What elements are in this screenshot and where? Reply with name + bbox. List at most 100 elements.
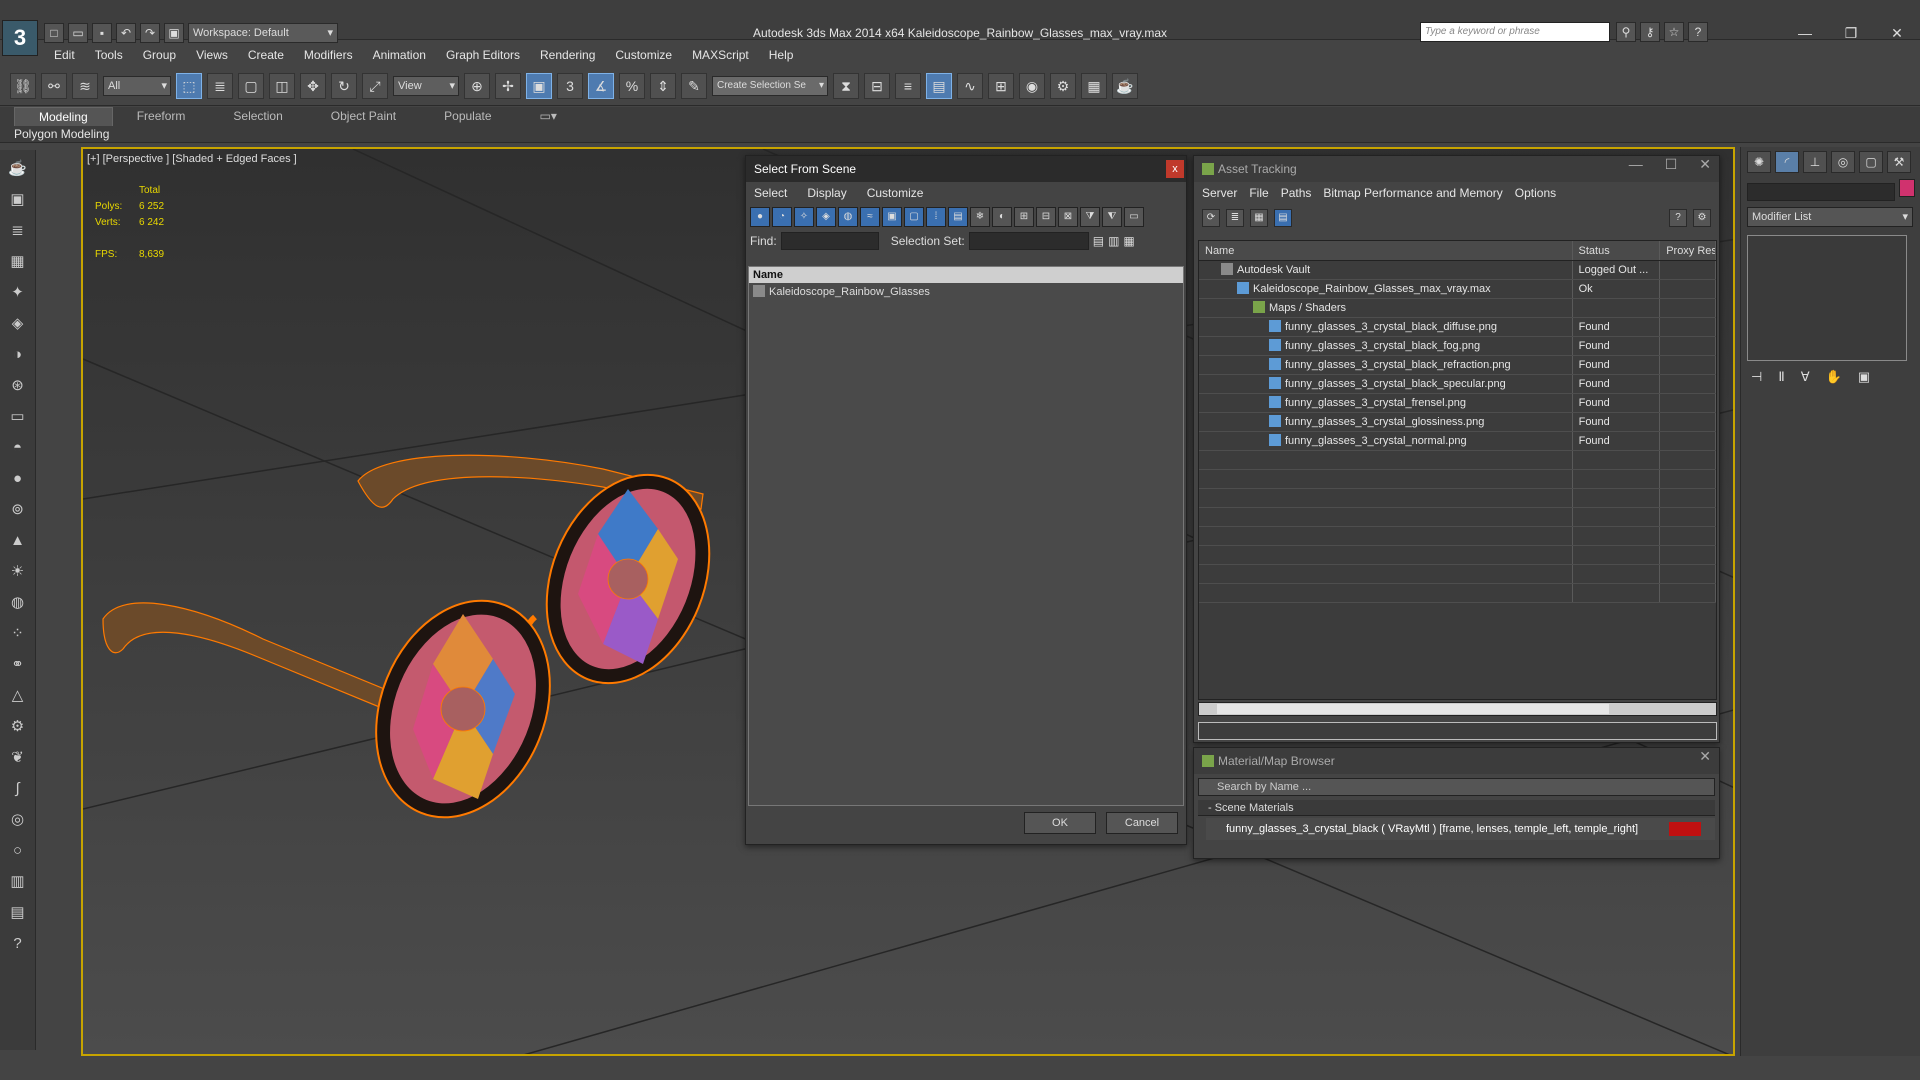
- keyboard-shortcut-override-icon[interactable]: ▣: [526, 72, 552, 99]
- ribbon-options-icon[interactable]: ▭▾: [516, 107, 581, 126]
- percent-snap-icon[interactable]: %: [619, 72, 645, 99]
- menu-group[interactable]: Group: [133, 46, 186, 64]
- collapse-icon[interactable]: ▭: [1124, 207, 1144, 227]
- rectangular-selection-icon[interactable]: ▢: [238, 72, 264, 99]
- dynamics-icon[interactable]: ⚭: [5, 653, 31, 677]
- align-icon[interactable]: ⊟: [864, 72, 890, 99]
- table-row[interactable]: [1199, 565, 1716, 584]
- spinner-snap-icon[interactable]: ⇕: [650, 72, 676, 99]
- table-row[interactable]: [1199, 451, 1716, 470]
- dome-icon[interactable]: ◓: [5, 436, 31, 460]
- cancel-button[interactable]: Cancel: [1106, 812, 1178, 834]
- modify-tab-icon[interactable]: ◜: [1775, 151, 1799, 173]
- help-search-input[interactable]: Type a keyword or phrase: [1420, 22, 1610, 42]
- sfs-tool-c-icon[interactable]: ▦: [1123, 234, 1134, 248]
- selection-set-dropdown[interactable]: [968, 232, 1089, 250]
- binoculars-icon[interactable]: ⚲: [1616, 22, 1636, 42]
- list-view-icon[interactable]: ≣: [1226, 209, 1244, 227]
- material-editor-icon[interactable]: ◉: [1019, 72, 1045, 99]
- display-groups-icon[interactable]: ▣: [882, 207, 902, 227]
- display-xrefs-icon[interactable]: ▢: [904, 207, 924, 227]
- menu-graph-editors[interactable]: Graph Editors: [436, 46, 530, 64]
- table-row[interactable]: funny_glasses_3_crystal_black_diffuse.pn…: [1199, 318, 1716, 337]
- star-icon[interactable]: ☆: [1664, 22, 1684, 42]
- configure-modifier-sets-icon[interactable]: ▣: [1858, 369, 1870, 385]
- material-search-input[interactable]: Search by Name ...: [1198, 778, 1715, 796]
- cone-icon[interactable]: ▲: [5, 529, 31, 553]
- sphere-icon[interactable]: ●: [5, 467, 31, 491]
- menu-tools[interactable]: Tools: [85, 46, 133, 64]
- modifier-stack[interactable]: [1747, 235, 1907, 361]
- window-crossing-icon[interactable]: ◫: [269, 72, 295, 99]
- tetra-icon[interactable]: △: [5, 684, 31, 708]
- menu-help[interactable]: Help: [759, 46, 804, 64]
- menu-edit[interactable]: Edit: [44, 46, 85, 64]
- reference-coordinate-dropdown[interactable]: View: [393, 75, 459, 96]
- at-menu-bitmap-performance[interactable]: Bitmap Performance and Memory: [1323, 182, 1502, 204]
- display-frozen-icon[interactable]: ❄: [970, 207, 990, 227]
- table-row[interactable]: [1199, 508, 1716, 527]
- render-icon[interactable]: ⊛: [5, 374, 31, 398]
- table-row[interactable]: funny_glasses_3_crystal_black_specular.p…: [1199, 375, 1716, 394]
- select-move-icon[interactable]: ✥: [300, 72, 326, 99]
- create-tab-icon[interactable]: ✺: [1747, 151, 1771, 173]
- shell-icon[interactable]: ◎: [5, 808, 31, 832]
- refresh-icon[interactable]: ⟳: [1202, 209, 1220, 227]
- menu-modifiers[interactable]: Modifiers: [294, 46, 363, 64]
- display-cameras-icon[interactable]: ◈: [816, 207, 836, 227]
- select-rotate-icon[interactable]: ↻: [331, 72, 357, 99]
- table-row[interactable]: funny_glasses_3_crystal_frensel.png Found: [1199, 394, 1716, 413]
- make-unique-icon[interactable]: ∀: [1801, 369, 1810, 385]
- show-end-result-icon[interactable]: Ⅱ: [1778, 369, 1784, 385]
- menu-views[interactable]: Views: [186, 46, 238, 64]
- tab-object-paint[interactable]: Object Paint: [307, 107, 420, 126]
- help-circle-icon[interactable]: ?: [5, 932, 31, 956]
- at-maximize-icon[interactable]: ☐: [1665, 156, 1678, 173]
- menu-customize[interactable]: Customize: [605, 46, 682, 64]
- tab-modeling[interactable]: Modeling: [14, 107, 113, 126]
- display-spacewarps-icon[interactable]: ≈: [860, 207, 880, 227]
- remove-modifier-icon[interactable]: ✋: [1826, 369, 1842, 385]
- table-view-icon[interactable]: ▤: [1274, 209, 1292, 227]
- mb-close-icon[interactable]: ✕: [1699, 748, 1711, 765]
- minimize-icon[interactable]: —: [1782, 20, 1828, 46]
- bind-space-warp-icon[interactable]: ≋: [72, 72, 98, 99]
- light-icon[interactable]: ✦: [5, 281, 31, 305]
- at-close-icon[interactable]: ✕: [1699, 156, 1711, 173]
- at-minimize-icon[interactable]: —: [1629, 156, 1643, 173]
- at-help-icon[interactable]: ?: [1669, 209, 1687, 227]
- table-row[interactable]: funny_glasses_3_crystal_black_fog.png Fou…: [1199, 337, 1716, 356]
- render-setup-icon[interactable]: ⚙: [1050, 72, 1076, 99]
- menu-animation[interactable]: Animation: [363, 46, 436, 64]
- ball-icon[interactable]: ◍: [5, 591, 31, 615]
- column-name[interactable]: Name: [1199, 241, 1573, 260]
- pin-stack-icon[interactable]: ⊣: [1751, 369, 1762, 385]
- hair-icon[interactable]: ∫: [5, 777, 31, 801]
- table-row[interactable]: Kaleidoscope_Rainbow_Glasses_max_vray.ma…: [1199, 280, 1716, 299]
- plant-icon[interactable]: ❦: [5, 746, 31, 770]
- table-row[interactable]: [1199, 584, 1716, 603]
- display-geometry-icon[interactable]: ●: [750, 207, 770, 227]
- filter-options-icon[interactable]: ⧨: [1102, 207, 1122, 227]
- list-icon[interactable]: ≣: [5, 219, 31, 243]
- at-menu-server[interactable]: Server: [1202, 182, 1237, 204]
- motion-tab-icon[interactable]: ◎: [1831, 151, 1855, 173]
- grid-icon[interactable]: ▦: [5, 250, 31, 274]
- close-icon[interactable]: ✕: [1874, 20, 1920, 46]
- display-tab-icon[interactable]: ▢: [1859, 151, 1883, 173]
- sfs-close-button[interactable]: x: [1166, 160, 1184, 178]
- plane-icon[interactable]: ▭: [5, 405, 31, 429]
- table-row[interactable]: funny_glasses_3_crystal_glossiness.png Fo…: [1199, 413, 1716, 432]
- calculator-icon[interactable]: ▥: [5, 870, 31, 894]
- key-icon[interactable]: ⚷: [1640, 22, 1660, 42]
- scene-materials-group[interactable]: - Scene Materials: [1198, 800, 1715, 816]
- tab-selection[interactable]: Selection: [209, 107, 306, 126]
- unlink-icon[interactable]: ⚯: [41, 72, 67, 99]
- gear-icon[interactable]: ⚙: [5, 715, 31, 739]
- display-containers-icon[interactable]: ▤: [948, 207, 968, 227]
- particles-icon[interactable]: ⁘: [5, 622, 31, 646]
- hierarchy-tab-icon[interactable]: ⊥: [1803, 151, 1827, 173]
- edit-named-selection-icon[interactable]: ✎: [681, 72, 707, 99]
- rendered-frame-window-icon[interactable]: ▦: [1081, 72, 1107, 99]
- table-row[interactable]: Autodesk Vault Logged Out ...: [1199, 261, 1716, 280]
